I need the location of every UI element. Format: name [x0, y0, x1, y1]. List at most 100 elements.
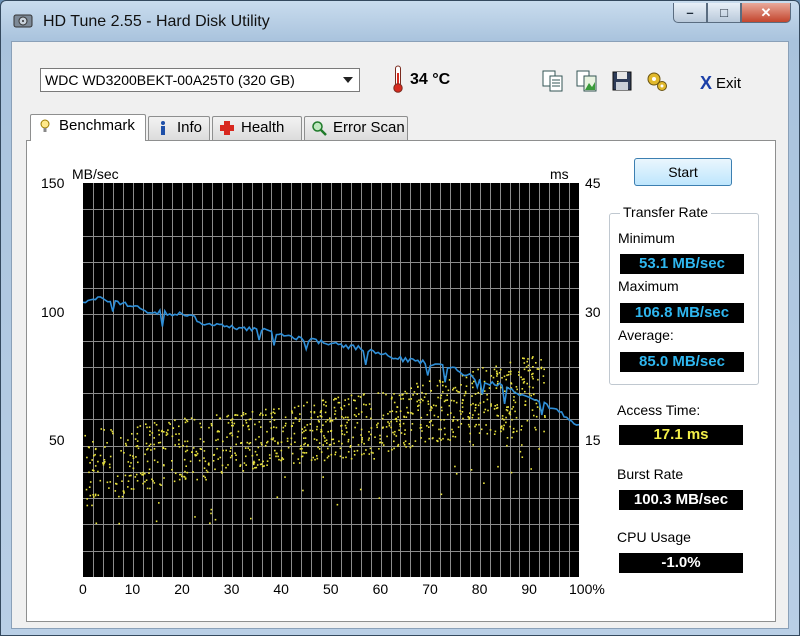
access-time-point: [511, 408, 513, 410]
access-time-point: [208, 426, 210, 429]
access-time-point: [204, 476, 206, 479]
access-time-point: [478, 423, 480, 426]
access-time-point: [272, 411, 275, 414]
access-time-point: [192, 447, 195, 449]
access-time-point: [368, 437, 370, 439]
access-time-point: [400, 398, 402, 400]
maximum-label: Maximum: [618, 278, 679, 294]
access-time-point: [235, 459, 237, 461]
access-time-point: [326, 442, 328, 444]
access-time-point: [501, 417, 504, 420]
access-time-point: [522, 382, 525, 384]
options-icon[interactable]: [644, 68, 670, 94]
access-time-point: [274, 440, 276, 442]
access-time-point: [261, 465, 264, 468]
access-time-point: [194, 516, 196, 518]
access-time-point: [293, 462, 295, 464]
copy-image-icon[interactable]: [574, 68, 600, 94]
access-time-point: [452, 435, 454, 438]
access-time-point: [344, 416, 347, 419]
chevron-down-icon[interactable]: [343, 77, 353, 83]
access-time-point: [309, 423, 312, 425]
access-time-point: [480, 428, 483, 431]
access-time-point: [282, 430, 284, 433]
access-time-point: [421, 391, 423, 394]
access-time-label: Access Time:: [617, 402, 701, 418]
access-time-point: [496, 375, 498, 377]
access-time-point: [153, 443, 155, 446]
drive-dropdown[interactable]: WDC WD3200BEKT-00A25T0 (320 GB): [40, 68, 360, 92]
tab-benchmark[interactable]: Benchmark: [30, 114, 146, 141]
access-time-point: [339, 455, 342, 458]
minimize-button[interactable]: –: [673, 3, 707, 23]
tab-info[interactable]: Info: [148, 116, 210, 140]
access-time-point: [94, 448, 97, 451]
access-time-point: [341, 408, 343, 411]
save-icon[interactable]: [609, 68, 635, 94]
access-time-point: [316, 457, 319, 460]
access-time-point: [452, 389, 454, 391]
access-time-point: [408, 398, 410, 401]
access-time-point: [94, 453, 96, 456]
access-time-point: [310, 417, 313, 419]
access-time-point: [440, 439, 442, 441]
access-time-point: [152, 480, 154, 482]
access-time-point: [141, 473, 143, 476]
access-time-point: [535, 428, 537, 431]
access-time-point: [391, 448, 393, 451]
access-time-point: [497, 465, 499, 468]
tab-health[interactable]: Health: [212, 116, 302, 140]
access-time-point: [393, 393, 395, 395]
tab-error-scan[interactable]: Error Scan: [304, 116, 408, 140]
close-icon: ✕: [760, 5, 772, 20]
access-time-point: [531, 409, 534, 411]
access-time-point: [370, 427, 373, 429]
access-time-point: [186, 471, 189, 474]
access-time-point: [257, 446, 260, 449]
access-time-point: [477, 368, 479, 371]
x-tick-label: 80: [471, 581, 488, 597]
access-time-point: [275, 426, 278, 429]
access-time-point: [512, 427, 515, 430]
access-time-point: [202, 475, 205, 477]
access-time-point: [199, 422, 201, 425]
access-time-point: [525, 366, 528, 368]
access-time-point: [460, 384, 462, 386]
access-time-point: [505, 378, 507, 381]
access-time-point: [196, 478, 198, 481]
maximize-icon: □: [720, 5, 728, 20]
access-time-point: [472, 402, 474, 405]
exit-label: Exit: [716, 75, 742, 92]
access-time-point: [363, 452, 365, 455]
access-time-point: [418, 399, 420, 401]
minimum-value: 53.1 MB/sec: [620, 254, 744, 274]
access-time-point: [350, 457, 353, 460]
access-time-point: [438, 379, 441, 382]
access-time-point: [198, 459, 201, 462]
access-time-point: [370, 433, 372, 436]
access-time-point: [478, 432, 481, 434]
title-bar[interactable]: HD Tune 2.55 - Hard Disk Utility – □ ✕: [1, 1, 799, 41]
access-time-point: [430, 420, 432, 422]
access-time-point: [203, 440, 205, 443]
access-time-point: [493, 408, 496, 410]
exit-button[interactable]: X Exit: [700, 72, 741, 93]
x-tick-label: 50: [323, 581, 339, 597]
access-time-point: [266, 464, 268, 466]
access-time-point: [316, 455, 318, 457]
start-button[interactable]: Start: [634, 158, 732, 186]
close-button[interactable]: ✕: [741, 3, 791, 23]
access-time-point: [443, 427, 446, 430]
access-time-point: [386, 435, 388, 438]
access-time-point: [420, 437, 422, 439]
access-time-point: [411, 445, 414, 447]
drive-dropdown-value: WDC WD3200BEKT-00A25T0 (320 GB): [45, 72, 295, 88]
transfer-rate-group: Transfer Rate Minimum 53.1 MB/sec Maximu…: [609, 204, 759, 385]
maximize-button[interactable]: □: [707, 3, 741, 23]
access-time-point: [192, 471, 194, 473]
copy-text-icon[interactable]: [540, 68, 566, 94]
access-time-point: [324, 440, 326, 442]
access-time-point: [130, 462, 132, 464]
access-time-point: [446, 399, 449, 401]
access-time-point: [148, 468, 151, 471]
